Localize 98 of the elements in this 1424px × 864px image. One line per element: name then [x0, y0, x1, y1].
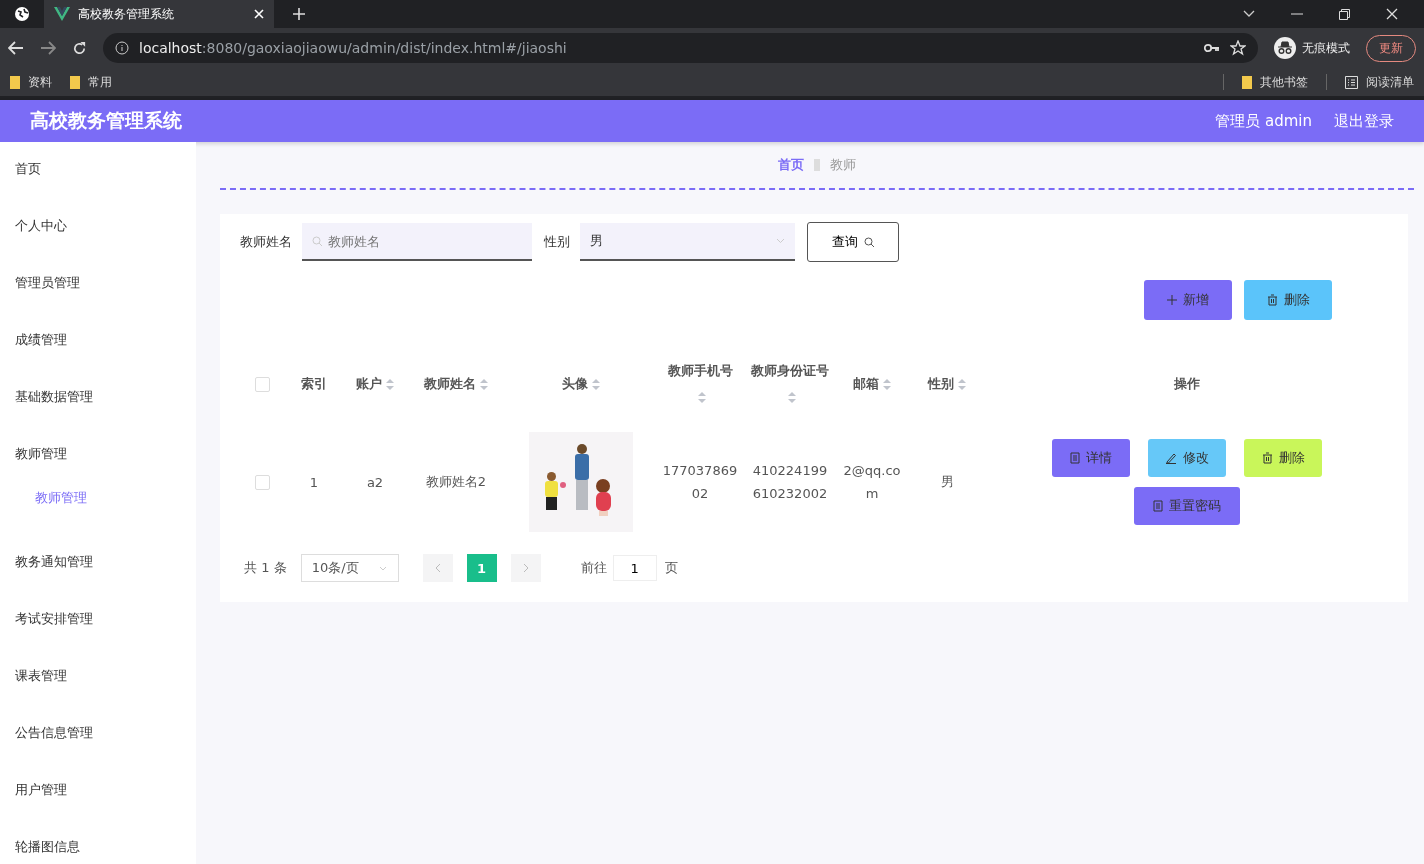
table-cell-text: 2@qq.com	[842, 462, 902, 503]
name-search-field[interactable]: 教师姓名	[302, 223, 532, 261]
document-icon	[1070, 452, 1080, 464]
sort-icon[interactable]	[883, 379, 891, 390]
sort-icon[interactable]	[788, 392, 796, 403]
sort-icon[interactable]	[480, 379, 488, 390]
goto-label: 前往	[580, 559, 607, 577]
table-cell: a2	[366, 474, 384, 490]
checkbox[interactable]	[254, 474, 270, 490]
folder-icon	[1242, 75, 1252, 89]
column-header[interactable]: 性别	[928, 371, 966, 397]
sidebar-item[interactable]: 个人中心	[0, 213, 196, 270]
previous-page-button[interactable]	[422, 554, 453, 582]
table-cell: 男	[940, 473, 954, 491]
user-name: 管理员 admin	[1215, 111, 1312, 131]
sidebar-item[interactable]: 用户管理	[0, 777, 196, 834]
delete-button[interactable]: 删除	[1244, 439, 1322, 477]
sort-icon[interactable]	[698, 392, 706, 403]
breadcrumb-item[interactable]: 首页	[778, 156, 804, 174]
page-input[interactable]: 1	[612, 555, 657, 581]
column-header: 操作	[1174, 375, 1200, 393]
pencil-icon	[1165, 452, 1177, 464]
bookmark-item[interactable]: 资料	[10, 73, 52, 91]
field-label: 性别	[544, 233, 570, 251]
logout-link[interactable]: 退出登录	[1334, 111, 1394, 131]
bookmark-item[interactable]: 常用	[70, 73, 112, 91]
address-bar[interactable]: localhost:8080/gaoxiaojiaowu/admin/dist/index.html#/jiaoshi	[103, 33, 1258, 63]
sidebar-item[interactable]: 基础数据管理	[0, 384, 196, 441]
incognito-button[interactable]: 无痕模式	[1274, 37, 1350, 59]
tab-title: 高校教务管理系统	[78, 5, 175, 23]
chevron-down-icon[interactable]	[1243, 10, 1255, 18]
reload-icon[interactable]	[72, 40, 87, 56]
sidebar-item[interactable]: 教务通知管理	[0, 549, 196, 606]
sidebar-item[interactable]: 轮播图信息	[0, 834, 196, 864]
sidebar-item[interactable]: 考试安排管理	[0, 606, 196, 663]
separator-icon	[812, 158, 822, 172]
trash-icon	[1261, 452, 1273, 464]
chevron-right-icon	[522, 563, 529, 573]
plus-icon[interactable]	[292, 7, 306, 21]
sidebar-item[interactable]: 首页	[0, 156, 196, 213]
search-icon	[312, 236, 323, 247]
v-logo-icon	[54, 7, 70, 21]
sidebar-item[interactable]: 教师管理	[0, 441, 196, 485]
breadcrumb-item: 教师	[830, 156, 856, 174]
table-cell-text: 17703786902	[662, 462, 738, 503]
sidebar-subitem[interactable]: 教师管理	[0, 485, 196, 549]
column-header[interactable]: 邮箱	[853, 371, 891, 397]
column-header: 索引	[301, 375, 327, 393]
sort-icon[interactable]	[958, 379, 966, 390]
field-label: 教师姓名	[240, 233, 292, 251]
table-cell-text: 410224199610232002	[751, 462, 829, 503]
back-arrow-icon[interactable]	[8, 41, 24, 55]
sidebar-item[interactable]: 公告信息管理	[0, 720, 196, 777]
document-icon	[1153, 500, 1163, 512]
key-icon[interactable]	[1204, 43, 1220, 53]
query-button[interactable]: 查询	[807, 222, 899, 262]
reading-list-button[interactable]: 阅读清单	[1345, 73, 1414, 91]
minimize-icon[interactable]	[1291, 13, 1303, 15]
column-header[interactable]: 账户	[356, 371, 394, 397]
page-suffix: 页	[664, 559, 678, 577]
table-cell: 教师姓名2	[425, 473, 487, 491]
search-icon	[863, 236, 875, 248]
folder-icon	[70, 75, 80, 89]
sidebar-item[interactable]: 课表管理	[0, 663, 196, 720]
total-count: 共 1 条	[244, 559, 287, 577]
folder-icon	[10, 75, 20, 89]
info-icon	[115, 41, 129, 55]
page-size-select[interactable]: 10条/页	[300, 554, 399, 582]
edit-button[interactable]: 修改	[1148, 439, 1226, 477]
globe-icon	[14, 6, 30, 22]
delete-button[interactable]: 删除	[1244, 280, 1332, 320]
sort-icon[interactable]	[592, 379, 600, 390]
gender-select[interactable]: 男	[580, 223, 795, 261]
trash-icon	[1266, 294, 1278, 306]
star-icon[interactable]	[1230, 40, 1246, 56]
plus-icon	[1167, 295, 1177, 305]
table-cell: 1	[309, 474, 319, 490]
sidebar-item[interactable]: 管理员管理	[0, 270, 196, 327]
list-icon	[1345, 75, 1358, 89]
sidebar-item[interactable]: 成绩管理	[0, 327, 196, 384]
close-icon[interactable]	[1386, 8, 1398, 20]
bookmark-item[interactable]: 其他书签	[1242, 73, 1308, 91]
sort-icon[interactable]	[386, 379, 394, 390]
checkbox[interactable]	[254, 376, 270, 392]
url-text: localhost:8080/gaoxiaojiaowu/admin/dist/index.html#/jiaoshi	[139, 40, 567, 56]
app-title: 高校教务管理系统	[30, 108, 182, 133]
chevron-down-icon	[776, 238, 785, 244]
chevron-left-icon	[434, 563, 441, 573]
column-header[interactable]: 头像	[562, 371, 600, 397]
browser-tab[interactable]: 高校教务管理系统	[44, 0, 274, 28]
column-header[interactable]: 教师手机号	[662, 358, 738, 410]
next-page-button[interactable]	[510, 554, 541, 582]
column-header[interactable]: 教师身份证号	[750, 358, 830, 410]
forward-arrow-icon[interactable]	[40, 41, 56, 55]
column-header[interactable]: 教师姓名	[424, 371, 488, 397]
incognito-icon	[1274, 37, 1296, 59]
restore-icon[interactable]	[1339, 8, 1350, 20]
chevron-down-icon	[379, 565, 388, 571]
